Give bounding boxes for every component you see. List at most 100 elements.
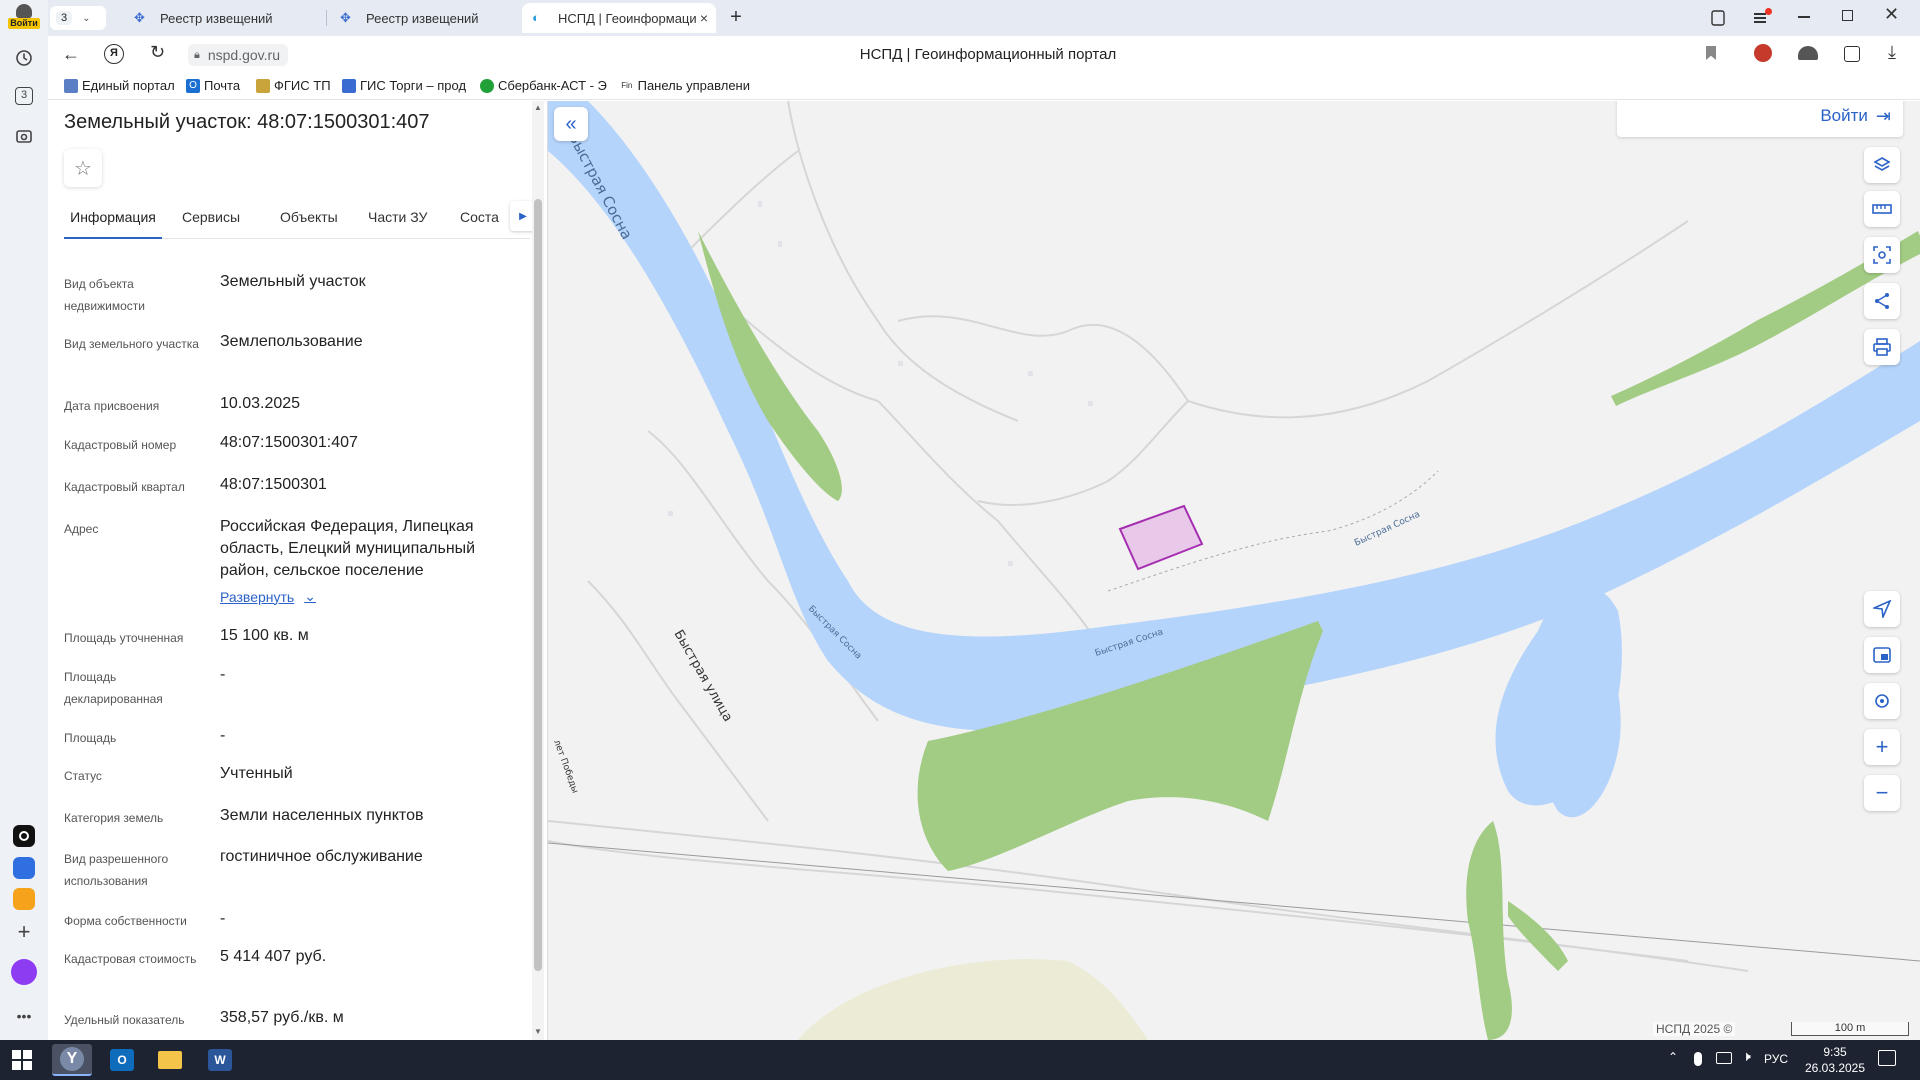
yandex-icon[interactable]: Я bbox=[104, 44, 124, 64]
tab-nspd-active[interactable]: ◐ НСПД | Геоинформаци × bbox=[522, 3, 716, 33]
extension-icon-1[interactable] bbox=[1754, 44, 1772, 62]
download-icon[interactable]: ⤓ bbox=[1888, 42, 1896, 63]
prop-cadastral-value: Кадастровая стоимость 5 414 407 руб. bbox=[64, 948, 534, 998]
word-taskbar-icon[interactable]: W bbox=[200, 1044, 240, 1076]
restore-icon[interactable] bbox=[1842, 10, 1853, 21]
minimap-button[interactable] bbox=[1864, 637, 1900, 673]
bookmark-fgis-tp[interactable]: ФГИС ТП bbox=[256, 78, 331, 93]
outlook-icon: O bbox=[186, 78, 200, 93]
mail-app-icon[interactable] bbox=[10, 885, 38, 913]
tab-parts[interactable]: Части ЗУ bbox=[368, 205, 427, 229]
geolocation-button[interactable] bbox=[1864, 683, 1900, 719]
clock[interactable]: 9:35 26.03.2025 bbox=[1800, 1044, 1870, 1076]
minimize-icon[interactable] bbox=[1798, 16, 1810, 18]
scroll-up-icon[interactable]: ▲ bbox=[534, 103, 542, 112]
app-icon-1[interactable] bbox=[10, 822, 38, 850]
tab-registry-2[interactable]: ✥ Реестр извещений bbox=[330, 3, 530, 33]
bookmark-edinyi-portal[interactable]: Единый портал bbox=[64, 78, 175, 93]
prop-object-type: Вид объекта недвижимости Земельный участ… bbox=[64, 273, 534, 333]
language-indicator[interactable]: РУС bbox=[1764, 1052, 1788, 1066]
favorite-button[interactable]: ☆ bbox=[64, 149, 102, 187]
emblem-icon: ✥ bbox=[340, 10, 351, 25]
share-button[interactable] bbox=[1864, 283, 1900, 319]
prop-value: - bbox=[220, 666, 226, 683]
prop-value: Земли населенных пунктов bbox=[220, 807, 424, 824]
prop-value: - bbox=[220, 727, 226, 744]
panel-scrollbar[interactable]: ▲ ▼ bbox=[532, 101, 544, 1040]
tab-objects[interactable]: Объекты bbox=[280, 205, 338, 229]
print-button[interactable] bbox=[1864, 329, 1900, 365]
close-window-icon[interactable]: ✕ bbox=[1884, 4, 1899, 25]
prop-label: Кадастровый квартал bbox=[64, 480, 185, 494]
bookmark-label: Единый портал bbox=[82, 78, 175, 93]
tray-chevron-icon[interactable]: ⌃ bbox=[1668, 1050, 1678, 1064]
prop-value: 358,57 руб./кв. м bbox=[220, 1009, 344, 1026]
zoom-out-button[interactable]: − bbox=[1864, 775, 1900, 811]
volume-icon[interactable]: 🕨︎ bbox=[1742, 1048, 1751, 1065]
bookmark-panel[interactable]: Fin Панель управлени bbox=[620, 78, 750, 93]
more-icon[interactable]: ••• bbox=[10, 1002, 38, 1030]
bookmark-gis-torgi[interactable]: ГИС Торги – прод bbox=[342, 78, 472, 93]
prop-label: Адрес bbox=[64, 522, 99, 536]
prop-cadastral-quarter: Кадастровый квартал 48:07:1500301 bbox=[64, 476, 534, 506]
new-tab-icon[interactable]: + bbox=[724, 6, 748, 30]
collections-icon[interactable] bbox=[1708, 8, 1728, 28]
extension-icon-2[interactable] bbox=[1798, 46, 1818, 60]
star-icon: ☆ bbox=[74, 157, 92, 180]
emblem-icon: ✥ bbox=[134, 10, 145, 25]
network-icon[interactable] bbox=[1716, 1052, 1732, 1064]
copyright-text: НСПД 2025 © bbox=[1653, 1022, 1736, 1036]
prop-value: Учтенный bbox=[220, 765, 293, 782]
back-icon[interactable]: ← bbox=[62, 44, 80, 65]
tab-composition[interactable]: Соста bbox=[460, 205, 506, 229]
prop-label: Форма собственности bbox=[64, 914, 187, 928]
map-svg: Быстрая Сосна Быстрая Сосна Быстрая Сосн… bbox=[548, 101, 1920, 1040]
prop-value: 15 100 кв. м bbox=[220, 627, 309, 644]
history-icon[interactable] bbox=[10, 44, 38, 72]
app-icon-2[interactable] bbox=[10, 854, 38, 882]
page-title: НСПД | Геоинформационный портал bbox=[859, 46, 1117, 63]
bookmark-sberbank-ast[interactable]: Сбербанк-АСТ - Э bbox=[480, 78, 610, 93]
tab-registry-1[interactable]: ✥ Реестр извещений bbox=[124, 3, 324, 33]
start-button[interactable] bbox=[12, 1050, 32, 1070]
explorer-taskbar-icon[interactable] bbox=[150, 1044, 190, 1076]
prop-label: Дата присвоения bbox=[64, 399, 160, 413]
screenshot-icon[interactable] bbox=[10, 122, 38, 150]
tab-count-button[interactable]: 3 ⌄ bbox=[50, 6, 106, 30]
tab-label: Реестр извещений bbox=[160, 10, 273, 26]
layers-button[interactable] bbox=[1864, 147, 1900, 183]
tab-services[interactable]: Сервисы bbox=[182, 205, 240, 229]
alice-assistant-icon[interactable] bbox=[10, 958, 38, 986]
prop-value: гостиничное обслуживание bbox=[220, 848, 423, 865]
login-button[interactable]: Войти ⇥ bbox=[1617, 101, 1903, 137]
outlook-taskbar-icon[interactable]: O bbox=[102, 1044, 142, 1076]
panel-tabs: Информация Сервисы Объекты Части ЗУ Сост… bbox=[64, 201, 536, 239]
collapse-panel-button[interactable]: « bbox=[554, 107, 588, 141]
scrollbar-thumb[interactable] bbox=[534, 199, 542, 971]
nspd-icon: ◐ bbox=[532, 10, 540, 25]
tabs-counter-button[interactable]: 3 bbox=[10, 82, 38, 110]
ruler-button[interactable] bbox=[1864, 191, 1900, 227]
locate-button[interactable] bbox=[1864, 591, 1900, 627]
microphone-icon[interactable] bbox=[1694, 1052, 1702, 1066]
bookmark-icon[interactable] bbox=[1706, 46, 1716, 60]
area-select-button[interactable] bbox=[1864, 237, 1900, 273]
close-icon[interactable]: × bbox=[700, 10, 708, 26]
extensions-icon[interactable] bbox=[1844, 46, 1860, 62]
map-canvas[interactable]: Быстрая Сосна Быстрая Сосна Быстрая Сосн… bbox=[548, 101, 1920, 1040]
yandex-browser-taskbar-icon[interactable]: Y bbox=[52, 1044, 92, 1076]
prop-unit-value: Удельный показатель 358,57 руб./кв. м bbox=[64, 1009, 534, 1039]
scroll-down-icon[interactable]: ▼ bbox=[534, 1027, 542, 1036]
add-panel-icon[interactable]: + bbox=[10, 918, 38, 946]
profile-button[interactable]: Войти bbox=[8, 2, 40, 32]
bookmark-pochta[interactable]: O Почта bbox=[186, 78, 240, 93]
notifications-center-icon[interactable] bbox=[1878, 1050, 1896, 1066]
url-field[interactable]: 🔒︎ nspd.gov.ru bbox=[188, 44, 288, 66]
notifications-icon[interactable] bbox=[1754, 8, 1774, 28]
expand-link[interactable]: Развернуть ⌄ bbox=[220, 588, 316, 605]
reload-icon[interactable]: ↻ bbox=[150, 42, 165, 63]
zoom-in-button[interactable]: + bbox=[1864, 729, 1900, 765]
tab-information[interactable]: Информация bbox=[64, 205, 162, 239]
login-label: Войти bbox=[1820, 106, 1868, 125]
prop-value: Землепользование bbox=[220, 333, 363, 350]
